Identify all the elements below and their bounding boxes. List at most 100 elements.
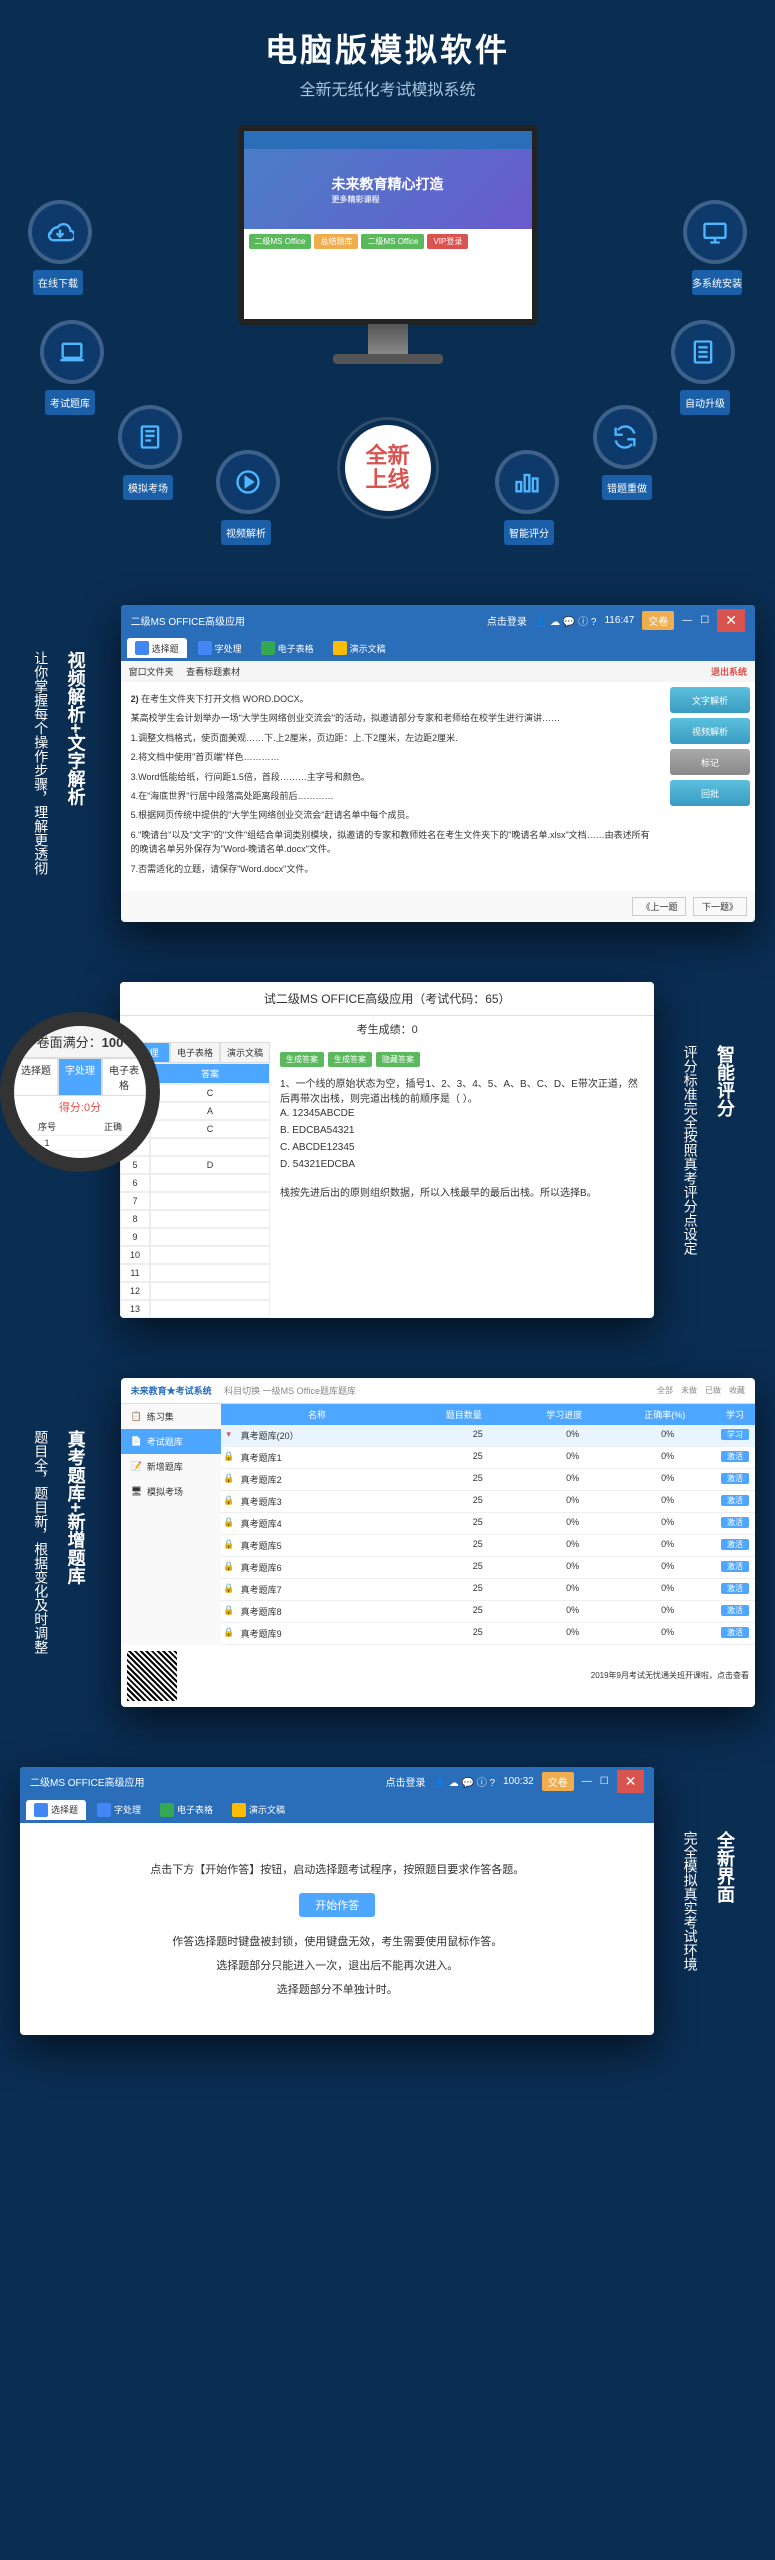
option-b[interactable]: B. EDCBA54321 [280,1122,644,1139]
tab-choice[interactable]: 选择题 [127,638,187,658]
submit-button[interactable]: 交卷 [642,611,674,630]
mag-tab-choice[interactable]: 选择题 [14,1058,58,1096]
toolbar-material[interactable]: 查看标题素材 [186,667,240,677]
lock-icon: 🔒 [221,1473,237,1486]
filter-done[interactable]: 已做 [705,1385,721,1396]
sidebar-mock[interactable]: 🖥 模拟考场 [121,1479,221,1504]
close-icon[interactable]: ✕ [617,1770,645,1793]
maximize-icon[interactable]: ☐ [600,1776,609,1787]
table-row[interactable]: 9 [120,1228,270,1246]
side-panel: 文字解析 视频解析 标记 回批 [665,682,755,891]
tab-choice[interactable]: 选择题 [26,1800,86,1820]
table-row[interactable]: 11 [120,1264,270,1282]
table-row[interactable]: 🔒真考题库7250%0%激活 [221,1579,755,1601]
login-link[interactable]: 点击登录 [487,613,527,628]
filter-bar: 全部 未做 已做 收藏 [657,1385,745,1396]
option-d[interactable]: D. 54321EDCBA [280,1156,644,1173]
lock-icon: 🔒 [221,1451,237,1464]
activate-button[interactable]: 激活 [721,1627,749,1638]
activate-button[interactable]: 激活 [721,1451,749,1462]
table-row[interactable]: 12 [120,1282,270,1300]
answer-note: 栈按先进后出的原则组织数据，所以入栈最早的最后出栈。所以选择B。 [280,1184,644,1199]
sidebar-new-bank[interactable]: 📝 新增题库 [121,1454,221,1479]
tab-excel[interactable]: 电子表格 [253,638,322,658]
section3-caption: 真考题库+新增题库 题目全，题目新，根据变化及时调整 [20,1422,106,1662]
activate-button[interactable]: 激活 [721,1517,749,1528]
filter-undone[interactable]: 未做 [681,1385,697,1396]
mag-tab-excel[interactable]: 电子表格 [102,1058,146,1096]
filter-all[interactable]: 全部 [657,1385,673,1396]
section-analysis: 视频解析+文字解析 让你掌握每个操作步骤，理解更透彻 二级MS OFFICE高级… [0,575,775,952]
tab-excel[interactable]: 电子表格 [152,1800,221,1820]
table-row[interactable]: 🔒真考题库4250%0%激活 [221,1513,755,1535]
activate-button[interactable]: 激活 [721,1473,749,1484]
table-row[interactable]: 7 [120,1192,270,1210]
monitor-banner: 未来教育精心打造 更多精彩课程 [244,149,532,229]
activate-button[interactable]: 激活 [721,1583,749,1594]
table-row[interactable]: 🔒真考题库5250%0%激活 [221,1535,755,1557]
option-a[interactable]: A. 12345ABCDE [280,1105,644,1122]
monitor-tags: 二级MS Office 总结题库 二级MS Office VIP登录 [244,229,532,254]
help-icon[interactable]: 👤 ☁ 💬 ⓘ ? [535,613,597,628]
icons[interactable]: 👤 ☁ 💬 ⓘ ? [434,1774,496,1789]
table-row[interactable]: 6 [120,1174,270,1192]
activate-button[interactable]: 激活 [721,1561,749,1572]
section1-caption: 视频解析+文字解析 让你掌握每个操作步骤，理解更透彻 [20,643,106,883]
activate-button[interactable]: 激活 [721,1605,749,1616]
monitor-mockup: 未来教育精心打造 更多精彩课程 二级MS Office 总结题库 二级MS Of… [238,125,538,325]
submit-button[interactable]: 交卷 [542,1772,574,1791]
pill-hide[interactable]: 隐藏答案 [376,1052,420,1067]
toolbar-folder[interactable]: 窗口文件夹 [129,667,174,677]
table-row[interactable]: 5D [120,1156,270,1174]
s2-tab-ppt[interactable]: 演示文稿 [220,1042,270,1063]
table-header-row[interactable]: ▾ 真考题库(20） 25 0% 0% 学习 [221,1425,755,1447]
sidebar-exam-bank[interactable]: 📄 考试题库 [121,1429,221,1454]
maximize-icon[interactable]: ☐ [700,615,709,626]
table-row[interactable]: 13 [120,1300,270,1318]
activate-button[interactable]: 激活 [721,1539,749,1550]
tab-ppt[interactable]: 演示文稿 [224,1800,293,1820]
magnifier-title: 卷面满分：100 [14,1026,146,1058]
mag-tab-word[interactable]: 字处理 [58,1058,102,1096]
screenshot-scoring: 试二级MS OFFICE高级应用（考试代码：65） 考生成绩：0 字处理 电子表… [120,982,654,1318]
tab-bar: 选择题 字处理 电子表格 演示文稿 [121,635,755,661]
page-title: 电脑版模拟软件 [0,25,775,71]
table-row[interactable]: 10 [120,1246,270,1264]
exit-button[interactable]: 退出系统 [711,665,747,678]
video-analysis-button[interactable]: 视频解析 [670,718,750,744]
table-row[interactable]: 🔒真考题库1250%0%激活 [221,1447,755,1469]
mark-button[interactable]: 标记 [670,749,750,775]
close-icon[interactable]: ✕ [717,609,745,632]
option-c[interactable]: C. ABCDE12345 [280,1139,644,1156]
feature-video-icon [216,450,280,514]
table-row[interactable]: 8 [120,1210,270,1228]
login-link[interactable]: 点击登录 [386,1774,426,1789]
pill-gen1[interactable]: 生成答案 [280,1052,324,1067]
filter-fav[interactable]: 收藏 [729,1385,745,1396]
tab-word[interactable]: 字处理 [89,1800,149,1820]
minimize-icon[interactable]: — [682,615,692,626]
pill-gen2[interactable]: 生成答案 [328,1052,372,1067]
start-button[interactable]: 开始作答 [299,1893,375,1917]
prev-button[interactable]: 《上一题 [632,897,686,916]
tab-ppt[interactable]: 演示文稿 [325,638,394,658]
next-button[interactable]: 下一题》 [693,897,747,916]
table-row[interactable]: 🔒真考题库3250%0%激活 [221,1491,755,1513]
minimize-icon[interactable]: — [582,1776,592,1787]
lock-icon: 🔒 [221,1517,237,1530]
table-row[interactable]: 🔒真考题库8250%0%激活 [221,1601,755,1623]
table-row[interactable]: 🔒真考题库2250%0%激活 [221,1469,755,1491]
review-button[interactable]: 回批 [670,780,750,806]
mag-score: 得分:0分 [14,1096,146,1118]
qr-code [127,1651,177,1701]
sidebar-practice[interactable]: 📋 练习集 [121,1404,221,1429]
study-button[interactable]: 学习 [721,1429,749,1440]
tab-word[interactable]: 字处理 [190,638,250,658]
feature-wrong-icon [593,405,657,469]
s2-tab-excel[interactable]: 电子表格 [170,1042,220,1063]
table-row[interactable]: 🔒真考题库6250%0%激活 [221,1557,755,1579]
page-header: 电脑版模拟软件 全新无纸化考试模拟系统 [0,0,775,115]
text-analysis-button[interactable]: 文字解析 [670,687,750,713]
activate-button[interactable]: 激活 [721,1495,749,1506]
table-row[interactable]: 🔒真考题库9250%0%激活 [221,1623,755,1645]
